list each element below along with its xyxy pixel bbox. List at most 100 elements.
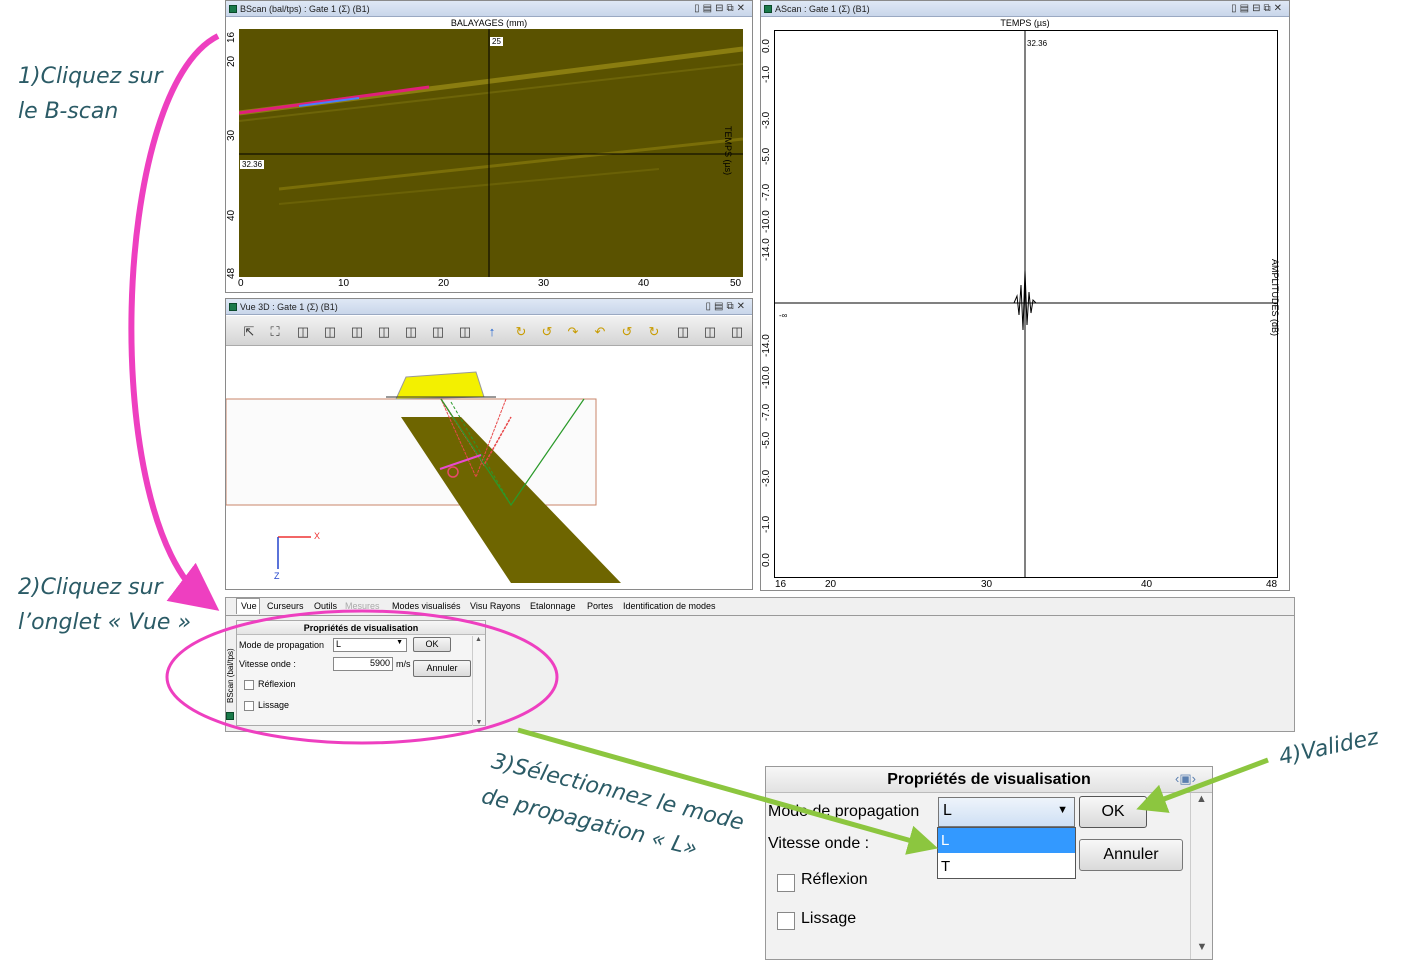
tab-outils[interactable]: Outils: [314, 601, 337, 611]
select-tool-icon[interactable]: ⇱: [240, 323, 258, 341]
ok-button-small[interactable]: OK: [413, 637, 451, 652]
props-zoom-panel: Propriétés de visualisation ‹▣› Mode de …: [765, 766, 1213, 960]
props-small-header: Propriétés de visualisation: [237, 621, 485, 635]
axis-z-label: Z: [274, 571, 280, 581]
chevron-down-icon: ▼: [396, 639, 403, 646]
tick-label: 16: [226, 31, 237, 43]
speed-input[interactable]: 5900: [333, 657, 393, 671]
tab-etalonnage[interactable]: Etalonnage: [530, 601, 576, 611]
rotate-icon[interactable]: ↺: [538, 323, 556, 341]
mode-dropdown-list: L T: [937, 827, 1076, 879]
tick-label: 0.0: [761, 553, 772, 567]
panel-color-icon: [226, 712, 234, 720]
ok-button[interactable]: OK: [1079, 796, 1147, 828]
speed-label: Vitesse onde :: [239, 659, 296, 669]
speed-unit: m/s: [396, 659, 411, 669]
ascan-titlebar[interactable]: AScan : Gate 1 (Σ) (B1) ▯▤⊟⧉✕: [761, 1, 1289, 17]
mode-select[interactable]: L ▼: [333, 638, 407, 652]
view3d-panel[interactable]: Vue 3D : Gate 1 (Σ) (B1) ▯▤⧉✕ X Z: [225, 298, 753, 590]
chevron-down-icon: ▼: [1057, 804, 1068, 816]
option-t[interactable]: T: [938, 854, 1075, 879]
axis-x-label: X: [314, 531, 321, 541]
ascan-title: AScan : Gate 1 (Σ) (B1): [775, 4, 870, 14]
props-zoom-header: Propriétés de visualisation: [766, 767, 1212, 793]
view-cube-icon[interactable]: ◫: [674, 323, 692, 341]
rotate-icon[interactable]: ↶: [591, 323, 609, 341]
reflexion-label: Réflexion: [258, 679, 296, 689]
dock-icon[interactable]: ‹▣›: [1175, 771, 1196, 787]
tick-label: -10.0: [761, 366, 772, 389]
tab-visu-rayons[interactable]: Visu Rayons: [470, 601, 520, 611]
view-cube-icon[interactable]: ◫: [375, 323, 393, 341]
tab-divider: [226, 615, 1294, 616]
tick-label: -7.0: [761, 403, 772, 421]
view-cube-icon[interactable]: ◫: [429, 323, 447, 341]
mode-select-zoom[interactable]: L ▼: [938, 797, 1075, 827]
tick-label: 20: [438, 278, 450, 289]
view-cube-icon[interactable]: ◫: [294, 323, 312, 341]
panel-color-icon: [229, 5, 237, 13]
panel-color-icon: [229, 303, 237, 311]
tick-label: 30: [538, 278, 550, 289]
tick-label: -5.0: [761, 431, 772, 449]
step2-text-2: l’onglet « Vue »: [18, 610, 192, 635]
ascan-minus-inf: -∞: [779, 311, 788, 320]
arrow-up-icon[interactable]: ↑: [483, 323, 501, 341]
bscan-cursor-x-label: 25: [490, 37, 503, 46]
bscan-cursor-y-label: 32.36: [240, 160, 265, 169]
rotate-icon[interactable]: ↷: [564, 323, 582, 341]
bscan-right-axis-label: TEMPS (µs): [723, 126, 733, 176]
view-cube-icon[interactable]: ◫: [701, 323, 719, 341]
tab-identification-modes[interactable]: Identification de modes: [623, 601, 716, 611]
redo-icon[interactable]: ↻: [645, 323, 663, 341]
window-controls-icon[interactable]: ▯▤⧉✕: [706, 299, 748, 315]
lissage-checkbox[interactable]: [244, 701, 254, 711]
side-label-text: BScan (bal/tps): [226, 648, 235, 703]
tick-label: 30: [981, 579, 993, 590]
view3d-scene[interactable]: [226, 347, 754, 591]
panel-color-icon: [764, 5, 772, 13]
ascan-panel[interactable]: AScan : Gate 1 (Σ) (B1) ▯▤⊟⧉✕ TEMPS (µs)…: [760, 0, 1290, 591]
speed-label-zoom: Vitesse onde :: [768, 835, 870, 852]
tab-modes-visualises[interactable]: Modes visualisés: [392, 601, 461, 611]
view-cube-icon[interactable]: ◫: [348, 323, 366, 341]
scrollbar-zoom[interactable]: ▲ ▼: [1190, 793, 1212, 959]
mode-label-zoom: Mode de propagation: [768, 803, 920, 820]
bscan-title: BScan (bal/tps) : Gate 1 (Σ) (B1): [240, 4, 370, 14]
ascan-right-axis-label: AMPLITUDES (dB): [1270, 259, 1280, 337]
tick-label: 10: [338, 278, 350, 289]
tab-portes[interactable]: Portes: [587, 601, 613, 611]
lissage-label-zoom: Lissage: [801, 910, 857, 927]
step2-text: 2)Cliquez sur: [18, 575, 163, 600]
reflexion-checkbox-zoom[interactable]: [777, 874, 795, 892]
view-cube-icon[interactable]: ◫: [321, 323, 339, 341]
tab-vue[interactable]: Vue: [241, 601, 257, 611]
tab-mesures[interactable]: Mesures: [345, 601, 380, 611]
bscan-image[interactable]: [239, 29, 743, 277]
fit-view-icon[interactable]: ⛶: [266, 323, 284, 341]
tick-label: -14.0: [761, 334, 772, 357]
reflexion-checkbox[interactable]: [244, 680, 254, 690]
props-small-panel: Propriétés de visualisation Mode de prop…: [236, 620, 486, 726]
scrollbar[interactable]: ▲ ▼: [472, 636, 484, 726]
window-controls-icon[interactable]: ▯▤⊟⧉✕: [694, 1, 748, 17]
tab-curseurs[interactable]: Curseurs: [267, 601, 304, 611]
view-cube-icon[interactable]: ◫: [728, 323, 746, 341]
bscan-titlebar[interactable]: BScan (bal/tps) : Gate 1 (Σ) (B1) ▯▤⊟⧉✕: [226, 1, 752, 17]
cancel-button-small[interactable]: Annuler: [413, 660, 471, 677]
option-l[interactable]: L: [938, 828, 1075, 853]
tick-label: 50: [730, 278, 742, 289]
lissage-checkbox-zoom[interactable]: [777, 912, 795, 930]
undo-icon[interactable]: ↺: [618, 323, 636, 341]
lissage-label: Lissage: [258, 700, 290, 710]
tick-label: 40: [1141, 579, 1153, 590]
view3d-titlebar[interactable]: Vue 3D : Gate 1 (Σ) (B1) ▯▤⧉✕: [226, 299, 752, 315]
tick-label: -7.0: [761, 183, 772, 201]
view-cube-icon[interactable]: ◫: [456, 323, 474, 341]
view-cube-icon[interactable]: ◫: [402, 323, 420, 341]
rotate-icon[interactable]: ↻: [512, 323, 530, 341]
window-controls-icon[interactable]: ▯▤⊟⧉✕: [1231, 1, 1285, 17]
cancel-button[interactable]: Annuler: [1079, 839, 1183, 871]
bscan-panel[interactable]: BScan (bal/tps) : Gate 1 (Σ) (B1) ▯▤⊟⧉✕ …: [225, 0, 753, 293]
ascan-plot[interactable]: [774, 30, 1278, 578]
